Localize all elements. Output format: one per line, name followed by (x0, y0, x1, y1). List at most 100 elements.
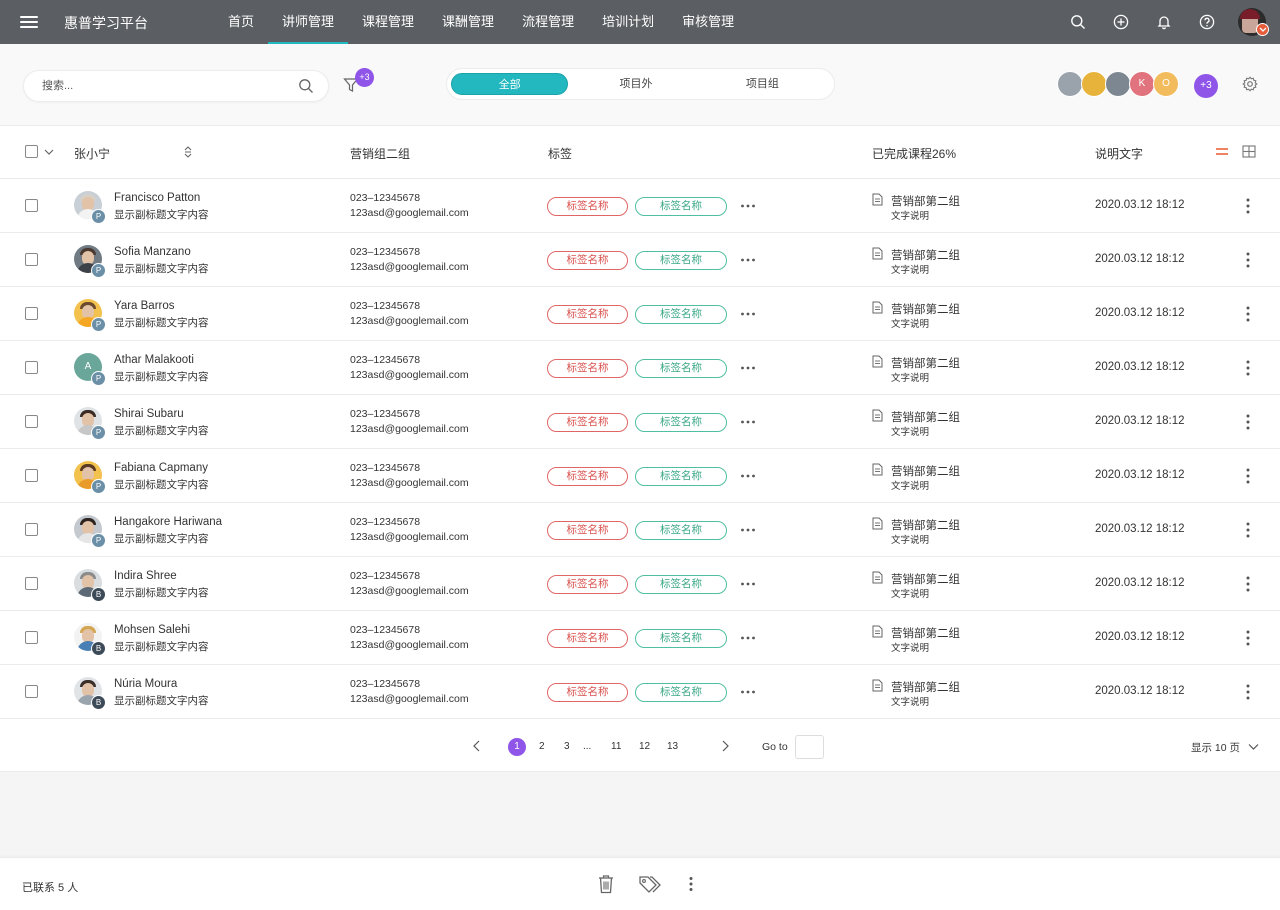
more-vertical-icon[interactable] (1244, 359, 1252, 377)
nav-item-review[interactable]: 审核管理 (668, 0, 748, 44)
segment-external[interactable]: 项目外 (577, 73, 694, 95)
more-horizontal-icon[interactable] (740, 525, 756, 535)
tag-red[interactable]: 标签名称 (547, 629, 628, 648)
chevron-right-icon[interactable] (720, 740, 730, 752)
row-checkbox[interactable] (25, 199, 38, 212)
hamburger-menu-icon[interactable] (20, 13, 38, 31)
page-13[interactable]: 13 (667, 741, 678, 752)
row-checkbox[interactable] (25, 253, 38, 266)
page-11[interactable]: 11 (611, 741, 621, 752)
nav-item-lecturers[interactable]: 讲师管理 (268, 0, 349, 44)
tag-red[interactable]: 标签名称 (547, 521, 628, 540)
more-horizontal-icon[interactable] (740, 309, 756, 319)
page-1[interactable]: 1 (508, 738, 526, 756)
row-checkbox[interactable] (25, 685, 38, 698)
more-vertical-icon[interactable] (1244, 629, 1252, 647)
more-vertical-icon[interactable] (1244, 521, 1252, 539)
row-phone: 023–12345678 (350, 300, 421, 312)
grid-view-icon[interactable] (1242, 145, 1256, 158)
nav-item-training-plan[interactable]: 培训计划 (588, 0, 668, 44)
tag-green[interactable]: 标签名称 (635, 413, 727, 432)
per-page-label[interactable]: 显示 10 页 (1191, 740, 1240, 755)
bell-icon[interactable] (1155, 13, 1173, 31)
more-vertical-icon[interactable] (1244, 575, 1252, 593)
tag-red[interactable]: 标签名称 (547, 251, 628, 270)
more-horizontal-icon[interactable] (740, 471, 756, 481)
row-email: 123asd@googlemail.com (350, 369, 469, 381)
more-vertical-icon[interactable] (1244, 197, 1252, 215)
tag-green[interactable]: 标签名称 (635, 683, 727, 702)
more-vertical-icon[interactable] (687, 876, 695, 892)
nav-item-fees[interactable]: 课酬管理 (428, 0, 508, 44)
more-vertical-icon[interactable] (1244, 305, 1252, 323)
row-checkbox[interactable] (25, 415, 38, 428)
page-12[interactable]: 12 (639, 741, 650, 752)
more-horizontal-icon[interactable] (740, 687, 756, 697)
row-subtitle: 显示副标题文字内容 (114, 425, 209, 437)
goto-page-input[interactable] (795, 735, 824, 759)
list-view-icon[interactable] (1215, 146, 1229, 158)
select-all-checkbox[interactable] (25, 145, 38, 158)
tag-green[interactable]: 标签名称 (635, 251, 727, 270)
page-3[interactable]: 3 (564, 741, 570, 752)
nav-item-home[interactable]: 首页 (214, 0, 268, 44)
more-horizontal-icon[interactable] (740, 417, 756, 427)
tag-red[interactable]: 标签名称 (547, 683, 628, 702)
role-badge: P (91, 209, 106, 224)
search-input[interactable] (40, 71, 290, 101)
more-horizontal-icon[interactable] (740, 201, 756, 211)
chevron-down-icon[interactable] (1248, 743, 1259, 751)
tag-red[interactable]: 标签名称 (547, 305, 628, 324)
row-checkbox[interactable] (25, 577, 38, 590)
more-horizontal-icon[interactable] (740, 363, 756, 373)
more-vertical-icon[interactable] (1244, 251, 1252, 269)
member-avatar[interactable] (1057, 71, 1083, 97)
chevron-down-icon[interactable] (44, 148, 54, 156)
row-checkbox[interactable] (25, 307, 38, 320)
tag-green[interactable]: 标签名称 (635, 467, 727, 486)
more-horizontal-icon[interactable] (740, 633, 756, 643)
segment-project-group[interactable]: 项目组 (704, 73, 821, 95)
help-icon[interactable] (1198, 13, 1216, 31)
page-2[interactable]: 2 (539, 741, 545, 752)
tag-green[interactable]: 标签名称 (635, 629, 727, 648)
member-avatar[interactable] (1081, 71, 1107, 97)
row-checkbox[interactable] (25, 523, 38, 536)
row-dept: 营销部第二组 (891, 412, 960, 424)
more-members-badge[interactable]: +3 (1194, 74, 1218, 98)
tag-green[interactable]: 标签名称 (635, 305, 727, 324)
tag-green[interactable]: 标签名称 (635, 359, 727, 378)
segment-all[interactable]: 全部 (451, 73, 569, 95)
sort-icon[interactable] (183, 145, 193, 159)
tag-green[interactable]: 标签名称 (635, 575, 727, 594)
tag-icon[interactable] (638, 874, 662, 894)
row-checkbox[interactable] (25, 469, 38, 482)
document-icon (872, 247, 883, 260)
trash-icon[interactable] (597, 874, 615, 894)
more-vertical-icon[interactable] (1244, 413, 1252, 431)
tag-red[interactable]: 标签名称 (547, 413, 628, 432)
plus-circle-icon[interactable] (1112, 13, 1130, 31)
nav-item-process[interactable]: 流程管理 (508, 0, 588, 44)
tag-red[interactable]: 标签名称 (547, 575, 628, 594)
more-vertical-icon[interactable] (1244, 467, 1252, 485)
user-avatar[interactable] (1238, 8, 1269, 36)
nav-item-courses[interactable]: 课程管理 (348, 0, 428, 44)
gear-icon[interactable] (1242, 76, 1258, 92)
tag-red[interactable]: 标签名称 (547, 197, 628, 216)
chevron-left-icon[interactable] (472, 740, 482, 752)
tag-red[interactable]: 标签名称 (547, 467, 628, 486)
more-horizontal-icon[interactable] (740, 579, 756, 589)
tag-green[interactable]: 标签名称 (635, 521, 727, 540)
more-vertical-icon[interactable] (1244, 683, 1252, 701)
row-checkbox[interactable] (25, 631, 38, 644)
member-avatar-o[interactable]: O (1153, 71, 1179, 97)
member-avatar-k[interactable]: K (1129, 71, 1155, 97)
member-avatar[interactable] (1105, 71, 1131, 97)
search-icon[interactable] (298, 78, 314, 94)
more-horizontal-icon[interactable] (740, 255, 756, 265)
tag-green[interactable]: 标签名称 (635, 197, 727, 216)
row-checkbox[interactable] (25, 361, 38, 374)
search-icon[interactable] (1069, 13, 1087, 31)
tag-red[interactable]: 标签名称 (547, 359, 628, 378)
